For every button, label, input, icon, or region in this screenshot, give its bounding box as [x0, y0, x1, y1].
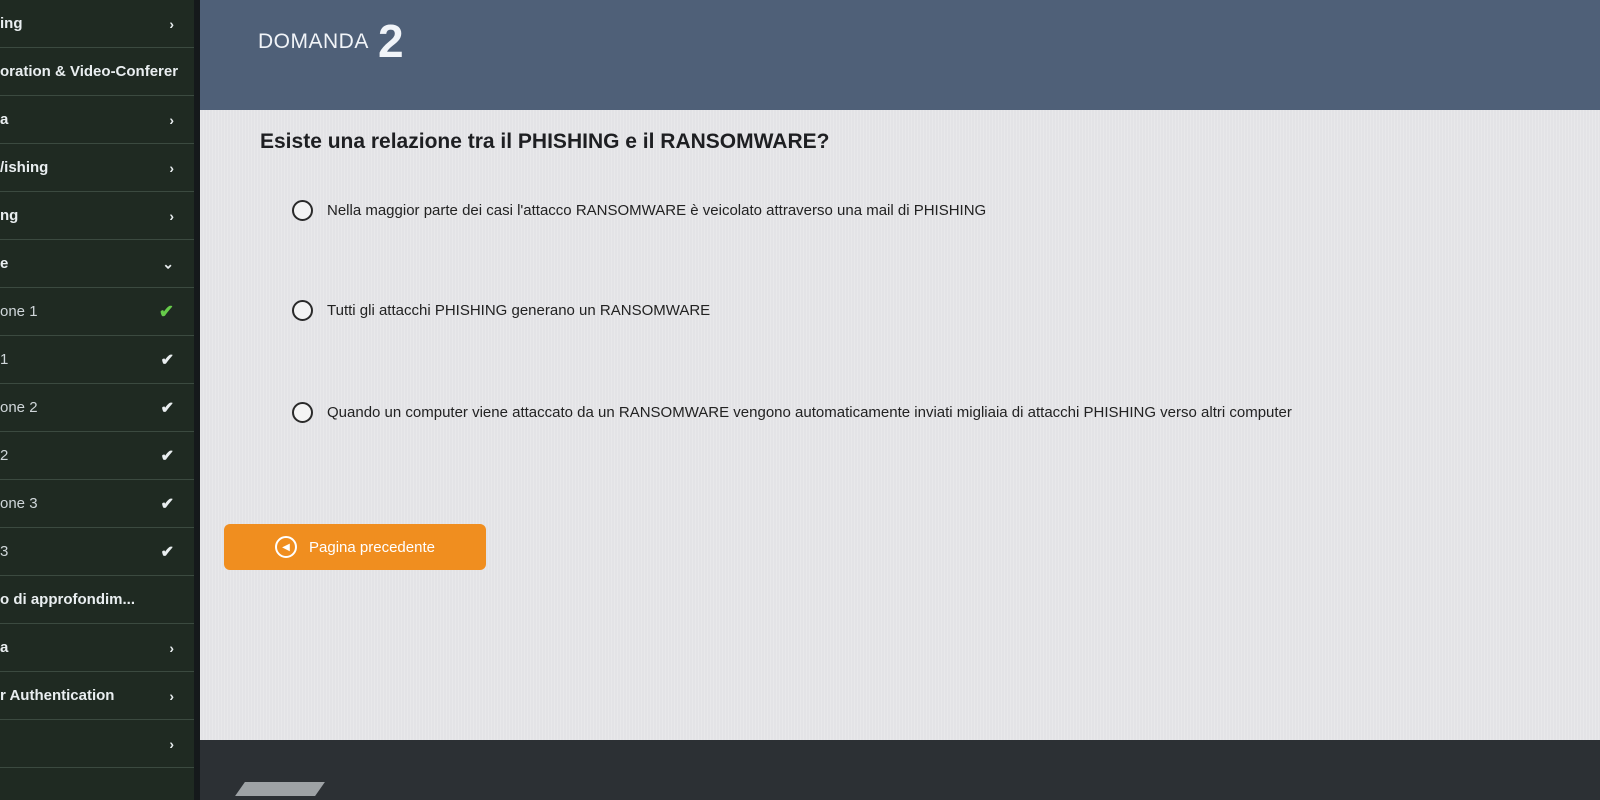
sidebar-item-label: ing: [0, 15, 23, 32]
sidebar-item-label: ng: [0, 207, 19, 224]
checkmark-icon: ✔: [158, 301, 174, 321]
checkmark-icon: ✔: [160, 495, 174, 513]
sidebar-item[interactable]: one 3 ✔: [0, 480, 194, 528]
sidebar-item-label: one 3: [0, 495, 38, 512]
glare-reflection: [235, 782, 325, 796]
sidebar-item-label: a: [0, 639, 9, 656]
answer-option-3[interactable]: Quando un computer viene attaccato da un…: [292, 402, 1292, 423]
sidebar-item-label: o di approfondim...: [0, 591, 135, 608]
sidebar-item[interactable]: ng ›: [0, 192, 194, 240]
question-number: 2: [378, 15, 404, 67]
radio-button[interactable]: [292, 402, 313, 423]
sidebar-item-label: a: [0, 111, 9, 128]
sidebar-item[interactable]: a ›: [0, 96, 194, 144]
sidebar-item-label: one 1: [0, 303, 38, 320]
sidebar-item[interactable]: a ›: [0, 624, 194, 672]
sidebar-item-label: 2: [0, 447, 9, 464]
sidebar-item-label: 3: [0, 543, 9, 560]
sidebar-item[interactable]: o di approfondim...: [0, 576, 194, 624]
checkmark-icon: ✔: [160, 543, 174, 561]
question-label: DOMANDA: [258, 30, 369, 53]
sidebar-item[interactable]: 3 ✔: [0, 528, 194, 576]
answer-option-text: Nella maggior parte dei casi l'attacco R…: [327, 202, 987, 219]
answer-option-text: Tutti gli attacchi PHISHING generano un …: [327, 302, 711, 319]
sidebar-item[interactable]: e ⌄: [0, 240, 194, 288]
sidebar-item[interactable]: r Authentication ›: [0, 672, 194, 720]
answer-option-text: Quando un computer viene attaccato da un…: [327, 404, 1292, 421]
sidebar-item-label: r Authentication: [0, 687, 115, 704]
chevron-right-icon: ›: [169, 207, 174, 224]
sidebar-item[interactable]: 2 ✔: [0, 432, 194, 480]
sidebar-item[interactable]: /ishing ›: [0, 144, 194, 192]
question-header: DOMANDA 2: [200, 0, 1600, 110]
previous-page-label: Pagina precedente: [309, 538, 435, 556]
previous-page-button[interactable]: ◀ Pagina precedente: [224, 524, 486, 570]
checkmark-icon: ✔: [160, 351, 174, 369]
answer-option-1[interactable]: Nella maggior parte dei casi l'attacco R…: [292, 200, 986, 221]
quiz-panel: DOMANDA 2 Esiste una relazione tra il PH…: [200, 0, 1600, 740]
sidebar-item[interactable]: 1 ✔: [0, 336, 194, 384]
radio-button[interactable]: [292, 300, 313, 321]
chevron-right-icon: ›: [169, 159, 174, 176]
sidebar-item-label: one 2: [0, 399, 38, 416]
chevron-right-icon: ›: [169, 639, 174, 656]
sidebar-item[interactable]: oration & Video-Conferer: [0, 48, 194, 96]
radio-button[interactable]: [292, 200, 313, 221]
chevron-right-icon: ›: [169, 111, 174, 128]
chevron-right-icon: ›: [169, 15, 174, 32]
answer-option-2[interactable]: Tutti gli attacchi PHISHING generano un …: [292, 300, 710, 321]
question-text: Esiste una relazione tra il PHISHING e i…: [260, 130, 830, 153]
chevron-right-icon: ›: [169, 687, 174, 704]
checkmark-icon: ✔: [160, 447, 174, 465]
screen-bezel: [200, 740, 1600, 800]
sidebar-item[interactable]: ing ›: [0, 0, 194, 48]
sidebar-item-label: e: [0, 255, 9, 272]
chevron-down-icon: ⌄: [162, 255, 174, 271]
checkmark-icon: ✔: [160, 399, 174, 417]
sidebar-item-label: oration & Video-Conferer: [0, 63, 179, 80]
sidebar-item[interactable]: one 2 ✔: [0, 384, 194, 432]
sidebar-item[interactable]: ›: [0, 720, 194, 768]
chevron-right-icon: ›: [169, 735, 174, 752]
course-sidebar: ing › oration & Video-Conferer a ›/ishing › ng…: [0, 0, 200, 800]
circle-left-icon: ◀: [275, 536, 298, 558]
sidebar-item-label: 1: [0, 351, 9, 368]
sidebar-item-label: /ishing: [0, 159, 49, 176]
sidebar-item[interactable]: one 1 ✔: [0, 288, 194, 336]
